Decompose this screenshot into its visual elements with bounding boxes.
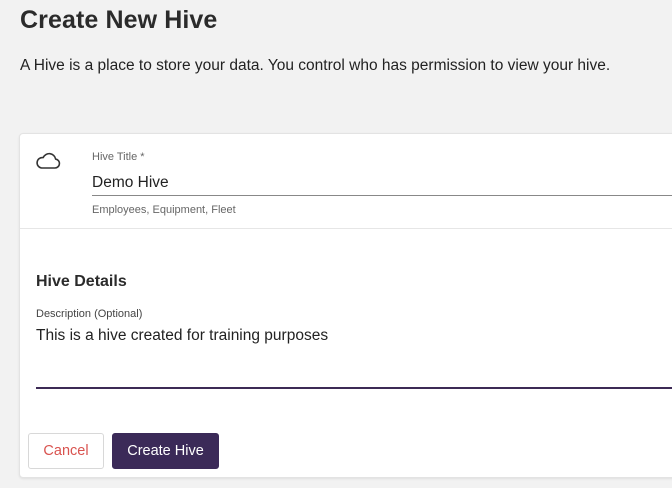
hive-details-heading: Hive Details [36,273,127,290]
hive-title-label: Hive Title * [92,151,145,163]
page-title: Create New Hive [20,6,218,34]
cancel-button[interactable]: Cancel [28,433,104,469]
hive-title-input[interactable] [92,170,672,196]
cloud-icon [35,151,61,171]
page-description: A Hive is a place to store your data. Yo… [20,57,611,74]
hive-title-hint: Employees, Equipment, Fleet [92,204,236,216]
description-label: Description (Optional) [36,308,143,320]
create-hive-form-card: Hive Title * Employees, Equipment, Fleet… [19,133,672,478]
description-textarea[interactable]: This is a hive created for training purp… [36,327,672,389]
section-divider [20,228,672,229]
create-hive-button[interactable]: Create Hive [112,433,219,469]
